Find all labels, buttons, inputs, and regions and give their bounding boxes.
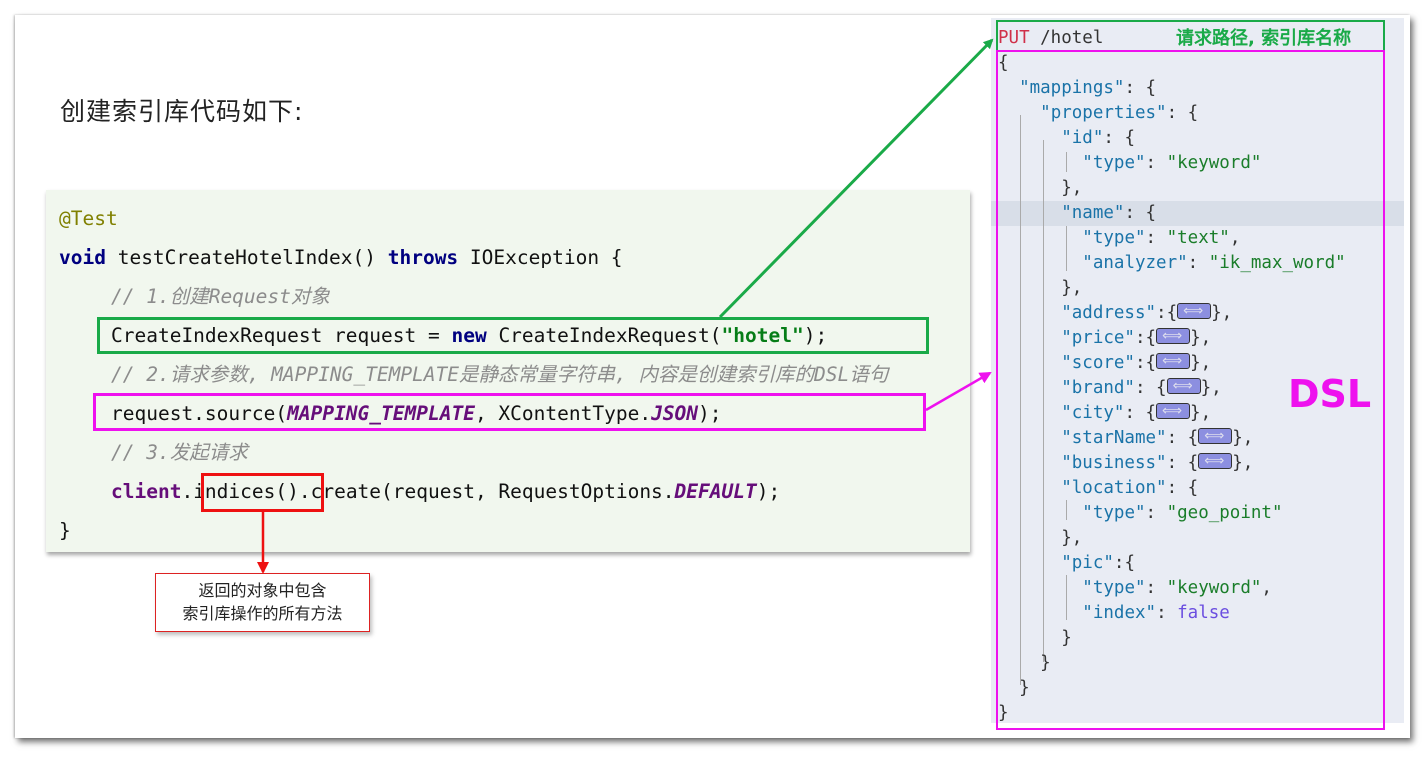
arrow-to-dsl xyxy=(925,371,992,412)
arrows-overlay xyxy=(257,38,994,574)
arrow-to-path xyxy=(718,38,994,319)
